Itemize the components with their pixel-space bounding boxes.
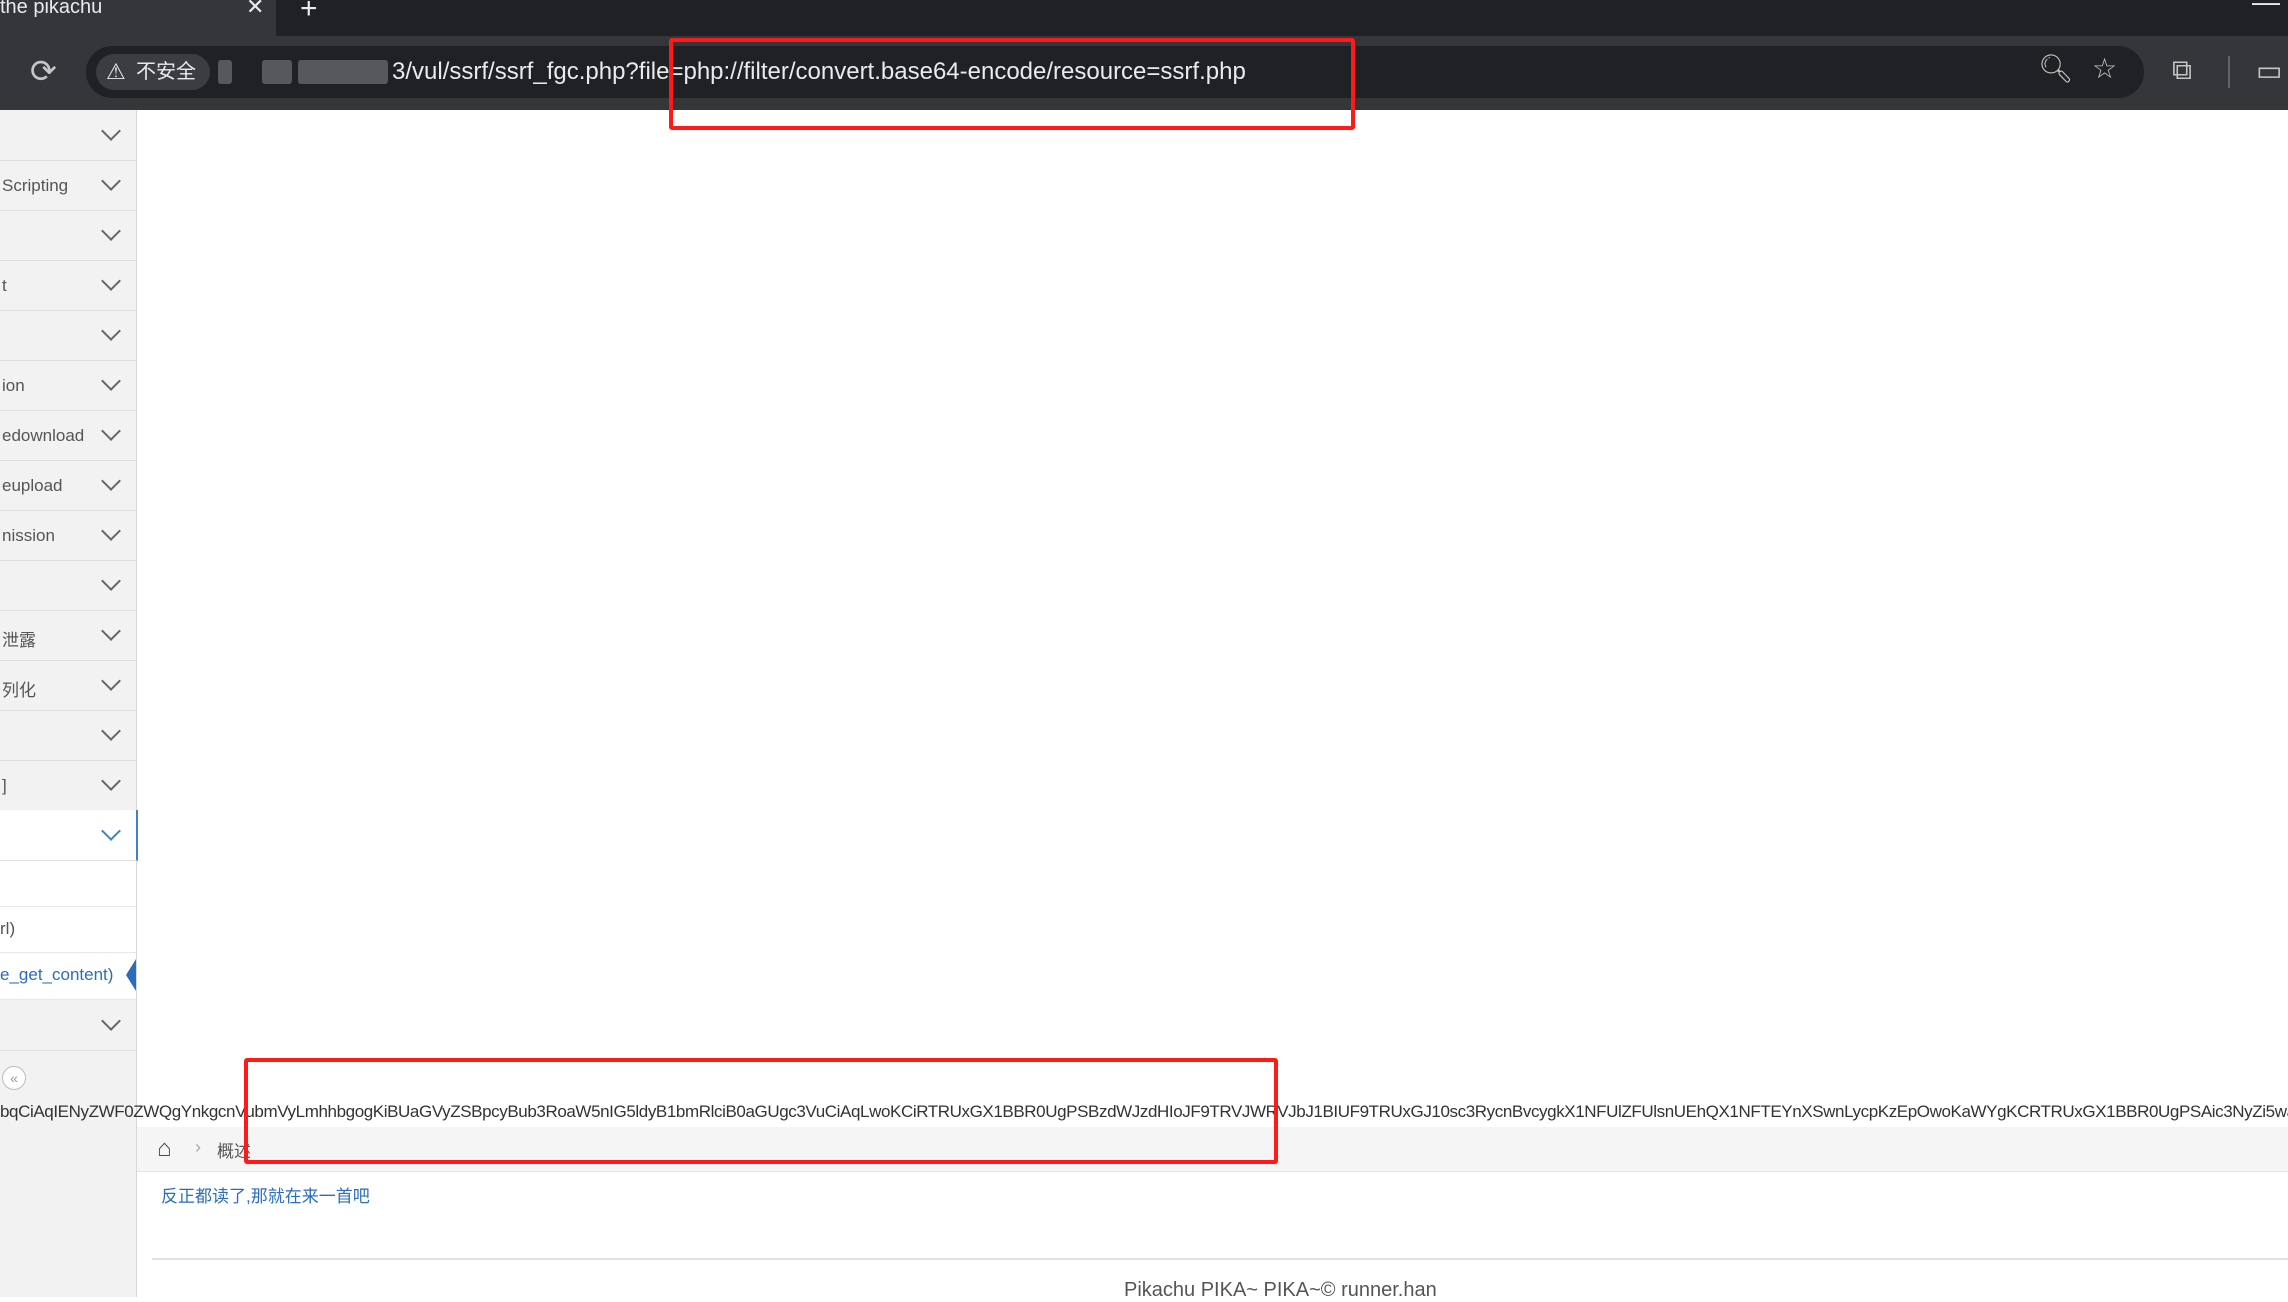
base64-output: bqCiAqIENyZWF0ZWQgYnkgcnVubmVyLmhhbgogKi… [0,1102,2288,1121]
home-icon[interactable]: ⌂ [157,1135,172,1163]
tab-title: the pikachu [0,0,103,18]
chevron-down-icon [101,321,121,341]
sidebar-subitem-overview[interactable] [0,861,136,907]
sidebar-item[interactable] [0,1000,136,1051]
sidebar-item[interactable]: eupload [0,460,136,511]
sidebar-item[interactable] [0,560,136,611]
chevron-down-icon [101,471,121,491]
bookmark-star-icon[interactable]: ☆ [2092,52,2117,85]
browser-toolbar: ⟳ ⚠ 不安全 3/vul/ssrf/ssrf_fgc.php?file=php… [0,36,2288,110]
sidebar-item[interactable] [0,710,136,761]
redacted-url-part [262,60,292,84]
sidebar-subitem-file-get-content[interactable]: e_get_content) [0,953,136,1000]
sidebar-item[interactable]: t [0,260,136,311]
chevron-down-icon [101,221,121,241]
new-tab-icon[interactable]: + [300,0,318,26]
chevron-down-icon [101,271,121,291]
sidebar-item[interactable]: ] [0,760,136,811]
sidebar-item[interactable] [0,210,136,261]
breadcrumb: ⌂ › 概述 [137,1127,2288,1172]
active-pointer [126,959,136,991]
sidebar-item-ssrf[interactable] [0,810,138,861]
warning-icon: ⚠ [106,59,126,84]
chevron-down-icon [101,421,121,441]
sidebar-subitem-curl[interactable]: rl) [0,907,136,953]
side-panel-icon[interactable]: ▭ [2256,54,2282,87]
extensions-icon[interactable]: ⧉ [2172,54,2192,87]
breadcrumb-separator: › [195,1137,201,1157]
address-bar[interactable]: ⚠ 不安全 3/vul/ssrf/ssrf_fgc.php?file=php:/… [86,46,2144,98]
reload-icon[interactable]: ⟳ [30,52,57,90]
chevron-down-icon [101,1011,121,1031]
footer-text: Pikachu PIKA~ PIKA~© runner.han [1124,1279,1437,1301]
sidebar-item[interactable]: nission [0,510,136,561]
footer-divider [152,1258,2288,1260]
breadcrumb-item: 概述 [217,1142,251,1161]
chevron-down-icon [101,721,121,741]
close-tab-icon[interactable]: ✕ [246,0,264,20]
security-label: 不安全 [136,61,196,83]
toolbar-divider [2228,56,2230,88]
redacted-url-part [298,60,388,84]
sidebar-item[interactable] [0,110,136,161]
browser-tab[interactable]: the pikachu ✕ [0,0,276,36]
chevron-down-icon [101,821,121,841]
chevron-down-icon [101,521,121,541]
sidebar-item-xss[interactable]: Scripting [0,160,136,211]
chevron-down-icon [101,671,121,691]
chevron-down-icon [101,121,121,141]
security-indicator[interactable]: ⚠ 不安全 [96,54,210,90]
sidebar-item[interactable]: 列化 [0,660,136,711]
zoom-icon[interactable]: 🔍︎ [2038,52,2074,85]
minimize-window-icon[interactable]: — [2252,0,2280,18]
url-text[interactable]: 3/vul/ssrf/ssrf_fgc.php?file=php://filte… [392,46,1246,98]
sidebar-item[interactable]: edownload [0,410,136,461]
chevron-down-icon [101,571,121,591]
tab-strip: the pikachu ✕ + — [0,0,2288,36]
collapse-sidebar-icon[interactable]: « [2,1066,26,1090]
chevron-down-icon [101,171,121,191]
redacted-url-part [218,60,232,84]
chevron-down-icon [101,371,121,391]
sidebar-item[interactable] [0,310,136,361]
sidebar-item[interactable]: ion [0,360,136,411]
sidebar-item[interactable]: 泄露 [0,610,136,661]
chevron-down-icon [101,771,121,791]
hint-link[interactable]: 反正都读了,那就在来一首吧 [161,1182,370,1207]
chevron-down-icon [101,621,121,641]
